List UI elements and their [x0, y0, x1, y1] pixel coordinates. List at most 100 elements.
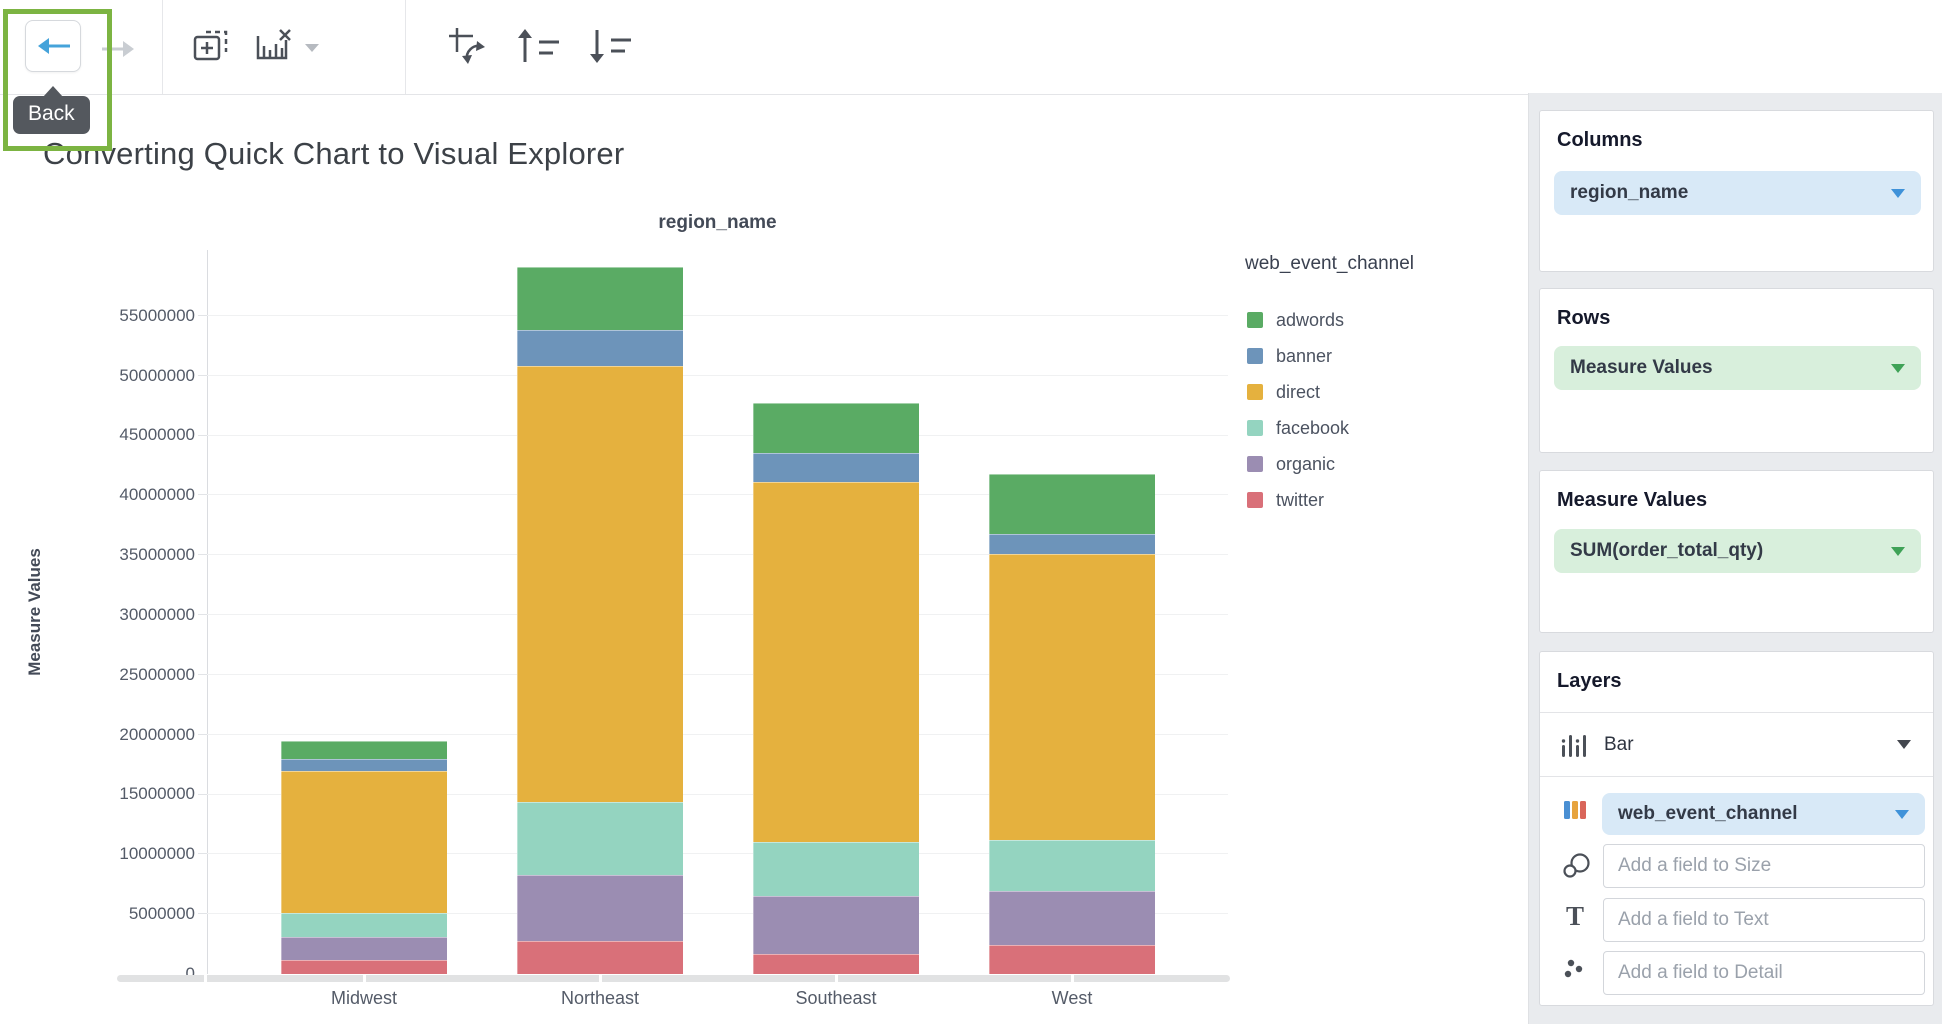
caret-down-icon[interactable]: [1891, 364, 1905, 373]
caret-down-icon: [302, 42, 322, 54]
scrollbar-notch: [599, 975, 602, 982]
detail-field-input[interactable]: [1603, 951, 1925, 995]
caret-down-icon[interactable]: [1891, 189, 1905, 198]
scrollbar-notch: [204, 975, 207, 982]
y-tick-label: 25000000: [40, 664, 195, 686]
legend-item-twitter[interactable]: twitter: [1247, 482, 1349, 518]
legend-swatch-icon: [1247, 420, 1263, 436]
bar-segment-direct[interactable]: [989, 554, 1155, 840]
bar-segment-banner[interactable]: [989, 534, 1155, 554]
bar-segment-banner[interactable]: [753, 453, 919, 482]
legend-item-label: banner: [1276, 346, 1332, 367]
forward-button[interactable]: [98, 36, 138, 65]
bar-segment-adwords[interactable]: [989, 474, 1155, 534]
bar-segment-twitter[interactable]: [281, 960, 447, 974]
gridline: [207, 315, 1228, 316]
size-encoding-icon: [1562, 852, 1592, 880]
add-element-button[interactable]: [190, 24, 232, 69]
bar-segment-adwords[interactable]: [281, 741, 447, 759]
columns-card: Columns region_name: [1539, 110, 1934, 272]
chart-column-title: region_name: [207, 212, 1228, 234]
legend-item-banner[interactable]: banner: [1247, 338, 1349, 374]
text-field-input[interactable]: [1603, 898, 1925, 942]
bar-segment-facebook[interactable]: [989, 840, 1155, 891]
y-tick-mark: [198, 913, 207, 914]
back-button[interactable]: [25, 20, 81, 72]
caret-down-icon[interactable]: [1895, 810, 1909, 819]
x-tick-label: West: [962, 988, 1182, 1009]
clear-chart-button[interactable]: [252, 24, 296, 69]
legend-item-label: organic: [1276, 454, 1335, 475]
columns-field-pill[interactable]: region_name: [1554, 171, 1921, 215]
x-axis-scrollbar[interactable]: [117, 975, 1230, 982]
y-tick-label: 55000000: [40, 305, 195, 327]
columns-header: Columns: [1540, 111, 1933, 152]
bar-chart-x-icon: [254, 26, 294, 64]
legend-swatch-icon: [1247, 348, 1263, 364]
y-tick-mark: [198, 375, 207, 376]
bar-segment-facebook[interactable]: [517, 802, 683, 875]
legend-item-adwords[interactable]: adwords: [1247, 302, 1349, 338]
bar-segment-twitter[interactable]: [989, 945, 1155, 974]
arrow-left-icon: [34, 35, 72, 57]
rows-header: Rows: [1540, 289, 1933, 330]
measure-values-field-pill[interactable]: SUM(order_total_qty): [1554, 529, 1921, 573]
y-tick-label: 45000000: [40, 424, 195, 446]
legend-item-label: direct: [1276, 382, 1320, 403]
bar-segment-facebook[interactable]: [753, 842, 919, 896]
legend-swatch-icon: [1247, 492, 1263, 508]
y-axis-line: [207, 250, 208, 974]
toolbar: [0, 0, 1528, 95]
bar-segment-organic[interactable]: [989, 891, 1155, 945]
swap-axes-icon: [447, 26, 491, 68]
bar-segment-organic[interactable]: [517, 875, 683, 941]
y-tick-mark: [198, 674, 207, 675]
size-field-input[interactable]: [1603, 844, 1925, 888]
legend-item-facebook[interactable]: facebook: [1247, 410, 1349, 446]
legend-item-direct[interactable]: direct: [1247, 374, 1349, 410]
y-tick-label: 50000000: [40, 365, 195, 387]
plot-area: [207, 250, 1228, 974]
visual-explorer-app: Back Converting Quick Chart to Visual Ex…: [0, 0, 1942, 1024]
y-tick-mark: [198, 494, 207, 495]
bar-segment-direct[interactable]: [517, 366, 683, 802]
rows-card: Rows Measure Values: [1539, 288, 1934, 453]
legend-swatch-icon: [1247, 312, 1263, 328]
color-field-label: web_event_channel: [1618, 803, 1895, 825]
divider: [1540, 776, 1933, 777]
sort-descending-button[interactable]: [585, 24, 635, 71]
sort-ascending-button[interactable]: [513, 24, 563, 71]
toolbar-divider: [405, 0, 406, 94]
rows-field-pill[interactable]: Measure Values: [1554, 346, 1921, 390]
bar-segment-direct[interactable]: [281, 771, 447, 913]
caret-down-icon[interactable]: [1897, 740, 1911, 749]
y-tick-label: 30000000: [40, 604, 195, 626]
bar-segment-adwords[interactable]: [753, 403, 919, 453]
columns-field-label: region_name: [1570, 182, 1891, 204]
bar-segment-banner[interactable]: [517, 330, 683, 366]
bar-segment-facebook[interactable]: [281, 913, 447, 937]
caret-down-icon[interactable]: [1891, 547, 1905, 556]
bar-segment-adwords[interactable]: [517, 267, 683, 330]
layer-type-row[interactable]: Bar: [1540, 713, 1933, 776]
bar-segment-organic[interactable]: [753, 896, 919, 953]
toolbar-divider: [162, 0, 163, 94]
detail-encoding-icon: [1562, 958, 1588, 982]
legend-title: web_event_channel: [1245, 253, 1414, 275]
x-tick-label: Southeast: [726, 988, 946, 1009]
arrow-right-icon: [100, 38, 136, 60]
color-field-pill[interactable]: web_event_channel: [1602, 793, 1925, 835]
scrollbar-notch: [835, 975, 838, 982]
bar-segment-direct[interactable]: [753, 482, 919, 842]
bar-segment-twitter[interactable]: [517, 941, 683, 975]
bar-segment-organic[interactable]: [281, 937, 447, 960]
clear-chart-menu-button[interactable]: [300, 40, 324, 59]
x-tick-label: Northeast: [490, 988, 710, 1009]
swap-axes-button[interactable]: [445, 24, 493, 73]
y-tick-mark: [198, 794, 207, 795]
bar-segment-banner[interactable]: [281, 759, 447, 771]
measure-values-card: Measure Values SUM(order_total_qty): [1539, 470, 1934, 633]
bar-segment-twitter[interactable]: [753, 954, 919, 974]
layer-type-label: Bar: [1604, 734, 1897, 756]
legend-item-organic[interactable]: organic: [1247, 446, 1349, 482]
